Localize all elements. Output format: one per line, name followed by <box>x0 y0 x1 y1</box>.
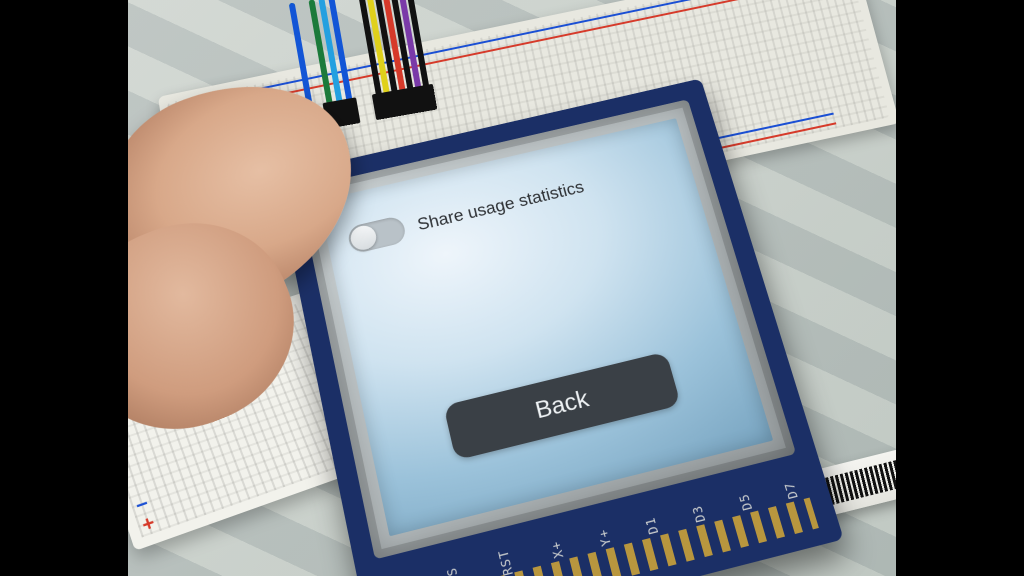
back-button[interactable]: Back <box>443 351 681 460</box>
photo-scene: − + Share usage statistics Back GND CS R… <box>128 0 896 576</box>
plus-icon: + <box>139 512 158 538</box>
lcd-screen[interactable]: Share usage statistics Back <box>318 118 773 536</box>
share-stats-row[interactable]: Share usage statistics <box>346 152 678 254</box>
share-stats-label: Share usage statistics <box>416 177 586 234</box>
settings-screen: Share usage statistics Back <box>337 135 753 516</box>
lcd-bezel: Share usage statistics Back <box>298 99 796 559</box>
share-stats-toggle[interactable] <box>346 215 407 255</box>
